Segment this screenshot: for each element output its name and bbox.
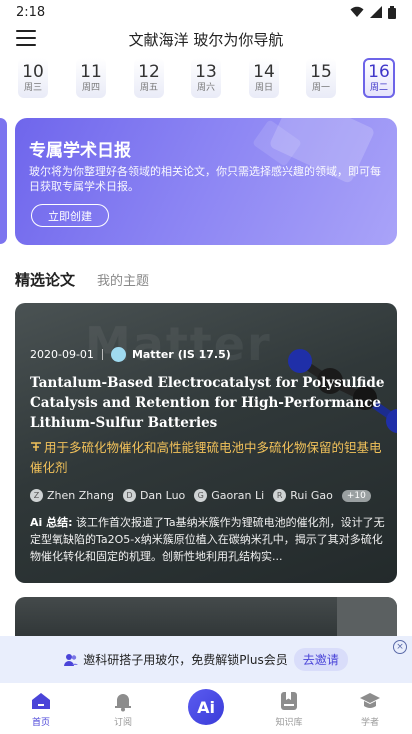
tab-featured-papers[interactable]: 精选论文 [15,269,75,290]
date-weekday: 周六 [196,82,215,93]
author-name: Rui Gao [290,489,333,502]
nav-library[interactable]: 知识库 [259,683,319,734]
menu-button[interactable] [16,28,36,48]
date-item-11[interactable]: 11 周四 [76,58,106,98]
invite-text: 邀科研搭子用玻尔，免费解锁Plus会员 [83,653,288,667]
date-day: 14 [253,61,275,82]
battery-icon [388,5,396,19]
journal-icon [110,347,126,362]
avatar: R [273,489,287,502]
bottom-nav: 首页 订阅 Ai 知识库 学者 [0,683,412,734]
paper-title[interactable]: Tantalum-Based Electrocatalyst for Polys… [30,373,388,433]
menu-line [16,30,36,32]
date-weekday: 周五 [139,82,158,93]
author-name: Zhen Zhang [47,489,114,502]
avatar: Z [30,489,43,502]
date-day: 10 [22,61,44,82]
header: 文献海洋 玻尔为你导航 [0,24,412,54]
status-icons [350,5,396,19]
banner-prev-peek[interactable] [0,118,7,244]
author-name: Dan Luo [139,489,186,502]
daily-report-banner[interactable]: 专属学术日报 玻尔将为你整理好各领域的相关论文，你只需选择感兴趣的领域，即可每日… [15,118,397,245]
invite-banner: 邀科研搭子用玻尔，免费解锁Plus会员 去邀请 × [0,636,412,683]
page-title: 文献海洋 玻尔为你导航 [128,30,284,49]
status-time: 2:18 [16,4,46,20]
author-name: Gaoran Li [211,489,265,502]
nav-subscribe[interactable]: 订阅 [93,683,153,734]
date-day: 15 [310,61,332,82]
bell-icon [115,693,131,711]
status-bar: 2:18 [0,0,412,24]
feed-tabs: 精选论文 我的主题 [15,268,149,290]
menu-line [16,44,36,46]
author-list: Z Zhen Zhang D Dan Luo G Gaoran Li R Rui Gao… [30,489,371,502]
date-item-12[interactable]: 12 周五 [134,58,164,98]
translate-icon [31,442,41,451]
nav-scholar[interactable]: 学者 [340,683,400,734]
nav-home[interactable]: 首页 [11,683,71,734]
date-item-13[interactable]: 13 周六 [191,58,221,98]
nav-label: 首页 [31,717,50,728]
date-day: 11 [80,61,102,82]
date-item-16-selected[interactable]: 16 周二 [363,58,395,98]
paper-card[interactable]: Matter 2020-09-01 Matter (IS 17.5) Tanta… [15,303,397,583]
ai-summary: Ai 总结: 该工作首次报道了Ta基纳米簇作为锂硫电池的催化剂，设计了无定型氧缺… [30,514,385,565]
journal-watermark: Matter [85,317,272,371]
ai-summary-text: 该工作首次报道了Ta基纳米簇作为锂硫电池的催化剂，设计了无定型氧缺陷的Ta2O5… [30,516,385,563]
date-item-14[interactable]: 14 周日 [249,58,279,98]
impact-factor: (IS 17.5) [177,348,231,361]
date-day: 13 [195,61,217,82]
nav-label: 学者 [360,717,379,728]
home-icon [32,692,50,709]
author[interactable]: Z Zhen Zhang [30,489,114,502]
date-item-10[interactable]: 10 周三 [18,58,48,98]
date-weekday: 周三 [23,82,42,93]
avatar: G [194,489,208,502]
wifi-icon [350,6,364,17]
nav-label: 知识库 [275,717,303,728]
nav-label: 订阅 [113,717,132,728]
avatar: D [122,489,136,502]
more-authors-badge[interactable]: +10 [341,489,371,502]
date-weekday: 周一 [311,82,330,93]
graduation-cap-icon [360,692,380,708]
date-weekday: 周四 [81,82,100,93]
banner-title: 专属学术日报 [29,141,131,161]
banner-description: 玻尔将为你整理好各领域的相关论文，你只需选择感兴趣的领域，即可每日获取专属学术日… [29,165,381,193]
date-strip: 10 周三 11 周四 12 周五 13 周六 14 周日 15 周一 16 周… [0,58,412,100]
users-icon [64,653,79,666]
date-weekday: 周二 [369,82,388,93]
meta-divider [101,349,103,360]
journal-name: Matter [131,348,174,361]
date-day: 16 [368,61,390,82]
close-icon[interactable]: × [393,640,407,654]
paper-date: 2020-09-01 [30,348,94,361]
author[interactable]: G Gaoran Li [194,489,264,502]
create-now-button[interactable]: 立即创建 [31,204,109,227]
invite-button[interactable]: 去邀请 [293,648,348,671]
paper-title-cn: 用于多硫化物催化和高性能锂硫电池中多硫化物保留的钽基电催化剂 [30,440,382,475]
tab-my-topics[interactable]: 我的主题 [97,270,149,289]
date-day: 12 [138,61,160,82]
bookmark-icon [281,691,297,710]
date-item-15[interactable]: 15 周一 [306,58,336,98]
menu-line [16,37,36,39]
paper-title-translation: 用于多硫化物催化和高性能锂硫电池中多硫化物保留的钽基电催化剂 [30,438,385,478]
author[interactable]: R Rui Gao [273,489,333,502]
author[interactable]: D Dan Luo [122,489,186,502]
date-weekday: 周日 [254,82,273,93]
ai-assistant-button[interactable]: Ai [188,689,224,725]
signal-icon [370,6,382,18]
ai-summary-label: Ai 总结: [30,516,73,529]
paper-meta: 2020-09-01 Matter (IS 17.5) [30,347,231,362]
